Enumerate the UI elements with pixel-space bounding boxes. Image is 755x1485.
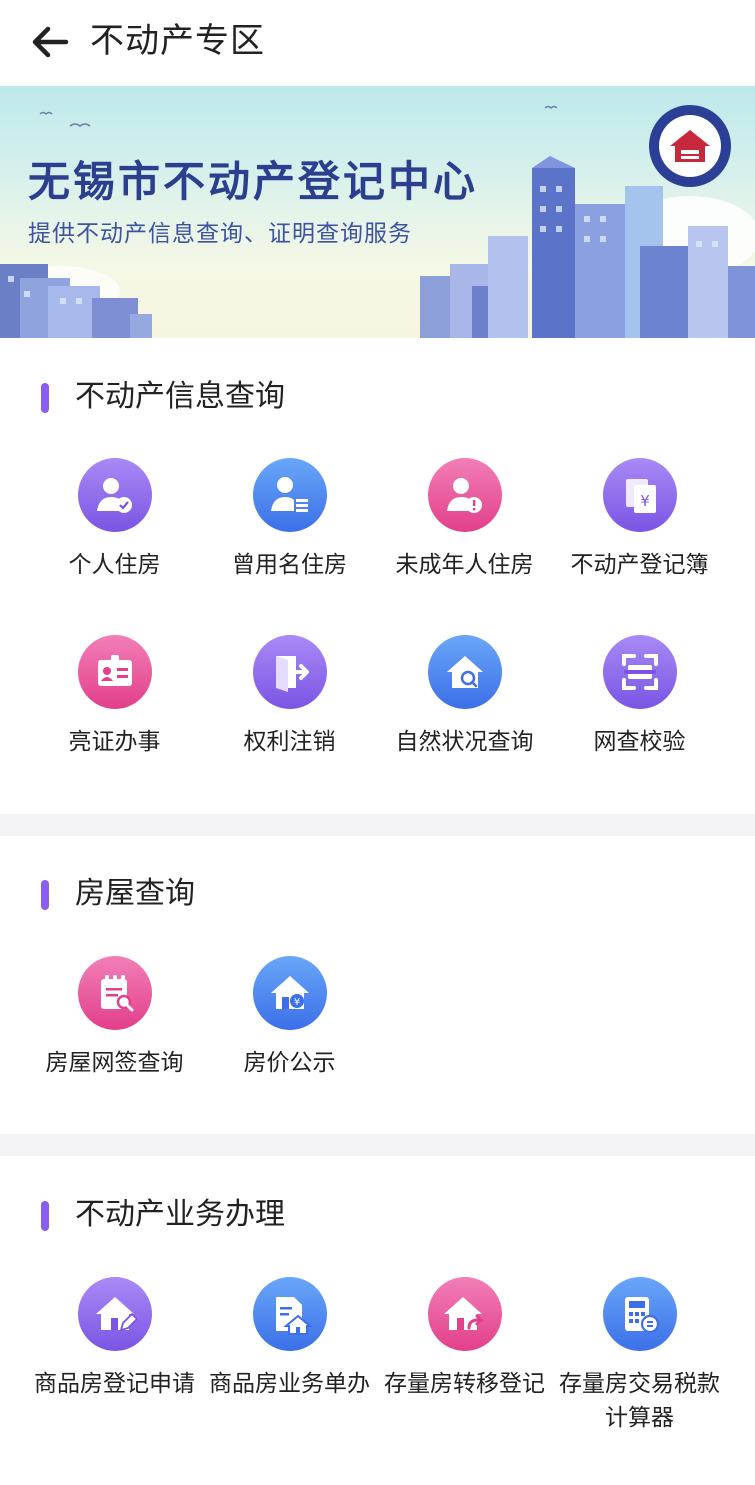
house-edit-icon xyxy=(77,1277,152,1351)
grid-item-label: 未成年人住房 xyxy=(395,552,534,578)
banner-subtitle: 提供不动产信息查询、证明查询服务 xyxy=(28,221,412,247)
grid-item-label: 不动产登记簿 xyxy=(570,552,709,578)
svg-text:¥: ¥ xyxy=(293,997,299,1008)
grid-item-label: 商品房登记申请 xyxy=(34,1371,195,1397)
person-list-icon xyxy=(252,458,327,532)
calculator-icon xyxy=(602,1277,677,1351)
grid-item-natural-status-query[interactable]: 自然状况查询 xyxy=(377,635,552,759)
registration-seal-logo xyxy=(648,104,732,188)
grid-item-personal-housing[interactable]: 个人住房 xyxy=(27,458,202,582)
arrow-left-icon xyxy=(32,26,69,58)
ledger-yen-icon: ¥ xyxy=(602,458,677,532)
banner-title: 无锡市不动产登记中心 xyxy=(28,157,479,206)
house-price-icon: ¥ xyxy=(252,956,327,1030)
section-property-business: 不动产业务办理 商品房登记申请 商品房业务单办 存量房转移登记 存量房交易税款计… xyxy=(0,1156,755,1485)
section-accent-bar xyxy=(41,383,49,413)
grid-item-label: 房价公示 xyxy=(243,1050,336,1076)
grid-item-label: 商品房业务单办 xyxy=(209,1371,370,1397)
section-accent-bar xyxy=(41,1201,49,1231)
grid-item-minor-housing[interactable]: 未成年人住房 xyxy=(377,458,552,582)
grid-item-contract-signing-query[interactable]: 房屋网签查询 xyxy=(27,956,202,1080)
section-title: 不动产业务办理 xyxy=(75,1197,285,1232)
door-exit-icon xyxy=(252,635,327,709)
section-accent-bar xyxy=(41,880,49,910)
section-house-query: 房屋查询 房屋网签查询 ¥ 房价公示 xyxy=(0,836,755,1134)
grid-item-former-name-housing[interactable]: 曾用名住房 xyxy=(202,458,377,582)
section-divider xyxy=(0,814,755,836)
page-title: 不动产专区 xyxy=(90,21,265,61)
document-house-icon xyxy=(252,1277,327,1351)
grid-item-label: 存量房交易税款计算器 xyxy=(559,1371,720,1431)
grid-item-existing-house-transfer[interactable]: 存量房转移登记 xyxy=(377,1277,552,1401)
city-skyline-illustration xyxy=(0,105,755,338)
scan-frame-icon xyxy=(602,635,677,709)
grid-item-transaction-tax-calculator[interactable]: 存量房交易税款计算器 xyxy=(552,1277,727,1435)
top-bar: 不动产专区 xyxy=(0,0,755,86)
grid-item-label: 房屋网签查询 xyxy=(45,1050,184,1076)
grid-item-rights-cancellation[interactable]: 权利注销 xyxy=(202,635,377,759)
person-check-icon xyxy=(77,458,152,532)
hero-banner: 无锡市不动产登记中心 提供不动产信息查询、证明查询服务 xyxy=(0,86,755,338)
grid-item-show-certificate[interactable]: 亮证办事 xyxy=(27,635,202,759)
section-title: 不动产信息查询 xyxy=(75,379,285,414)
contract-search-icon xyxy=(77,956,152,1030)
grid-item-label: 个人住房 xyxy=(68,552,161,578)
back-button[interactable] xyxy=(28,22,72,62)
grid-item-property-register[interactable]: ¥ 不动产登记簿 xyxy=(552,458,727,582)
house-transfer-icon xyxy=(427,1277,502,1351)
grid-item-label: 自然状况查询 xyxy=(395,729,534,755)
grid-item-commercial-housing-business[interactable]: 商品房业务单办 xyxy=(202,1277,377,1401)
grid-item-label: 权利注销 xyxy=(243,729,336,755)
grid-item-label: 亮证办事 xyxy=(68,729,161,755)
grid-item-label: 存量房转移登记 xyxy=(384,1371,545,1397)
grid-item-online-verification[interactable]: 网查校验 xyxy=(552,635,727,759)
section-title: 房屋查询 xyxy=(75,876,195,911)
grid-item-label: 曾用名住房 xyxy=(232,552,347,578)
grid-item-house-price-publicity[interactable]: ¥ 房价公示 xyxy=(202,956,377,1080)
svg-text:¥: ¥ xyxy=(640,492,650,510)
grid-item-label: 网查校验 xyxy=(593,729,686,755)
id-card-icon xyxy=(77,635,152,709)
house-search-icon xyxy=(427,635,502,709)
grid-item-commercial-housing-registration[interactable]: 商品房登记申请 xyxy=(27,1277,202,1401)
section-divider xyxy=(0,1134,755,1156)
section-property-info-query: 不动产信息查询 个人住房 曾用名住房 未成年人住房 ¥ 不动产登记簿 亮证办事 xyxy=(0,338,755,814)
person-alert-icon xyxy=(427,458,502,532)
